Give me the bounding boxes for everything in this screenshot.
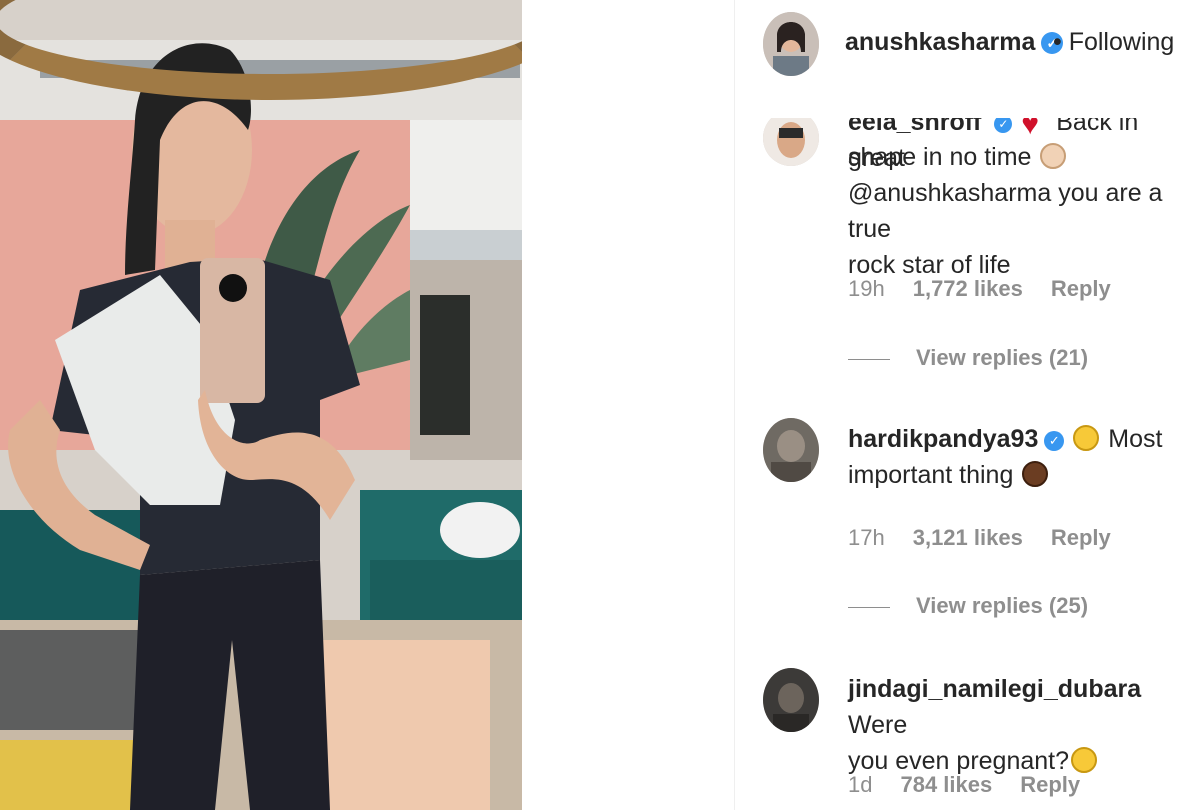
shocked-emoji <box>1071 747 1098 773</box>
reply-button[interactable]: Reply <box>1020 772 1080 797</box>
white-gutter <box>522 0 734 810</box>
comment-meta: 17h 3,121 likes Reply <box>848 525 1139 551</box>
reply-button[interactable]: Reply <box>1051 276 1111 301</box>
comment-text-line-1: shape in no time <box>848 143 1032 171</box>
comment-meta: 1d 784 likes Reply <box>848 772 1108 798</box>
comment-time: 1d <box>848 772 873 797</box>
commenter-avatar[interactable] <box>763 418 819 482</box>
comment-text-line-2: @anushkasharma you are a true <box>848 179 1163 243</box>
comment-text: jindagi_namilegi_dubara Were you even pr… <box>848 671 1198 779</box>
comment-text-b: you even pregnant? <box>848 747 1070 775</box>
comment-text-b: important thing <box>848 461 1014 489</box>
comment-text-a: Most <box>1108 425 1163 453</box>
commenter-username[interactable]: jindagi_namilegi_dubara <box>848 675 1141 703</box>
comment-likes[interactable]: 1,772 likes <box>913 276 1023 301</box>
author-avatar[interactable] <box>763 12 819 76</box>
comment-text: shape in no time @anushkasharma you are … <box>848 139 1198 283</box>
comment-likes[interactable]: 784 likes <box>900 772 992 797</box>
commenter-avatar[interactable] <box>763 110 819 166</box>
comment-meta: 19h 1,772 likes Reply <box>848 276 1139 302</box>
photo-scene <box>0 0 522 810</box>
comment-text-a: Were <box>848 711 908 739</box>
replies-line <box>848 358 890 360</box>
comment-text: hardikpandya93 ✓ Most important thing <box>848 421 1198 493</box>
commenter-avatar[interactable] <box>763 668 819 732</box>
reply-button[interactable]: Reply <box>1051 525 1111 550</box>
following-button[interactable]: • Following <box>1053 28 1174 57</box>
view-replies-label[interactable]: View replies (25) <box>916 593 1088 618</box>
commenter-username[interactable]: hardikpandya93 <box>848 425 1038 453</box>
view-replies-label[interactable]: View replies (21) <box>916 345 1088 370</box>
comment-likes[interactable]: 3,121 likes <box>913 525 1023 550</box>
comment-time: 19h <box>848 276 885 301</box>
hand-emoji <box>1022 461 1049 487</box>
view-replies-button[interactable]: View replies (25) <box>848 593 1088 619</box>
scroll-clip <box>735 110 1200 118</box>
author-username[interactable]: anushkasharma ✓ <box>845 28 1064 57</box>
view-replies-button[interactable]: View replies (21) <box>848 345 1088 371</box>
replies-line <box>848 606 890 608</box>
comments-panel: anushkasharma ✓ • Following eela_shroff ✓… <box>735 0 1200 810</box>
laughing-emoji <box>1073 425 1100 451</box>
author-username-text[interactable]: anushkasharma <box>845 28 1035 56</box>
post-photo <box>0 0 522 810</box>
verified-badge-icon: ✓ <box>1044 431 1065 451</box>
clap-emoji <box>1040 143 1067 169</box>
comment-time: 17h <box>848 525 885 550</box>
